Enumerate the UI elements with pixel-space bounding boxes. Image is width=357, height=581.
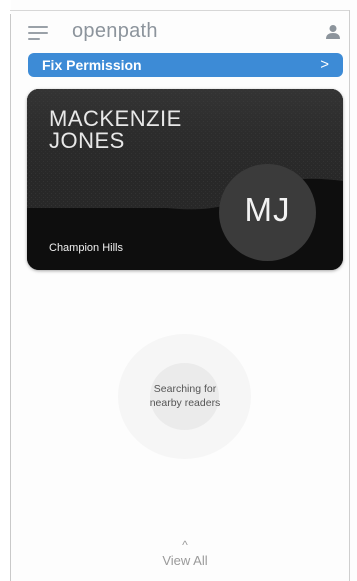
search-status: Searching for nearby readers xyxy=(126,382,244,410)
credential-card[interactable]: MACKENZIE JONES Champion Hills MJ xyxy=(27,89,343,270)
left-border xyxy=(10,14,11,581)
top-border xyxy=(10,10,350,11)
hamburger-menu-icon[interactable] xyxy=(28,26,48,40)
view-all-button[interactable]: View All xyxy=(150,553,220,568)
app-screen: openpath Fix Permission > MACKENZIE JONE… xyxy=(0,0,357,581)
site-location: Champion Hills xyxy=(49,242,123,254)
avatar-initials: MJ xyxy=(244,191,291,228)
search-status-line2: nearby readers xyxy=(149,397,221,409)
cardholder-last-name: JONES xyxy=(49,128,125,153)
avatar: MJ xyxy=(219,164,316,261)
fix-permission-banner[interactable]: Fix Permission > xyxy=(28,53,343,77)
banner-label: Fix Permission xyxy=(42,57,142,73)
chevron-up-icon[interactable]: ^ xyxy=(170,538,200,552)
right-border xyxy=(349,10,350,581)
brand-logo: openpath xyxy=(72,20,158,42)
search-status-line1: Searching for xyxy=(153,383,217,395)
user-icon[interactable] xyxy=(325,24,341,40)
chevron-right-icon: > xyxy=(320,56,329,73)
